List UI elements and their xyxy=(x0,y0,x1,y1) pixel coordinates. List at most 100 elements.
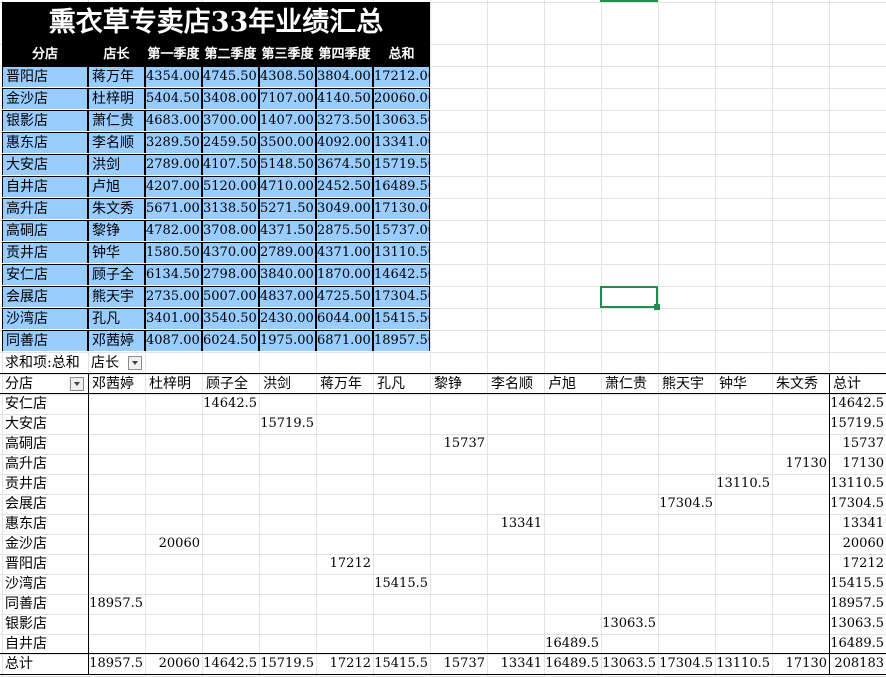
value-cell[interactable]: 4370.00 xyxy=(203,243,258,263)
store-name-cell[interactable]: 银影店 xyxy=(3,111,87,131)
manager-name-cell[interactable]: 杜梓明 xyxy=(89,89,144,109)
value-cell[interactable]: 3408.00 xyxy=(203,89,258,109)
value-cell[interactable]: 2798.00 xyxy=(203,265,258,285)
value-cell[interactable]: 6134.50 xyxy=(146,265,201,285)
value-cell[interactable]: 16489.50 xyxy=(374,177,429,197)
value-cell[interactable]: 5271.50 xyxy=(260,199,315,219)
value-cell[interactable]: 15415.50 xyxy=(374,309,429,329)
store-name-cell[interactable]: 自井店 xyxy=(3,177,87,197)
value-cell[interactable]: 3840.00 xyxy=(260,265,315,285)
manager-name-cell[interactable]: 顾子全 xyxy=(89,265,144,285)
value-cell[interactable]: 4683.00 xyxy=(146,111,201,131)
value-cell[interactable]: 1407.00 xyxy=(260,111,315,131)
value-cell[interactable]: 14642.50 xyxy=(374,265,429,285)
value-cell[interactable]: 7107.00 xyxy=(260,89,315,109)
value-cell[interactable]: 4087.00 xyxy=(146,331,201,351)
value-cell[interactable]: 5404.50 xyxy=(146,89,201,109)
value-cell[interactable]: 5671.00 xyxy=(146,199,201,219)
value-cell[interactable]: 13341.00 xyxy=(374,133,429,153)
manager-name-cell[interactable]: 孔凡 xyxy=(89,309,144,329)
value-cell[interactable]: 4354.00 xyxy=(146,67,201,87)
value-cell[interactable]: 17130.00 xyxy=(374,199,429,219)
value-cell[interactable]: 6044.00 xyxy=(317,309,372,329)
manager-name-cell[interactable]: 邓茜婷 xyxy=(89,331,144,351)
value-cell[interactable]: 1580.50 xyxy=(146,243,201,263)
value-cell[interactable]: 1870.00 xyxy=(317,265,372,285)
pivot-row-label: 晋阳店 xyxy=(5,556,47,572)
manager-name-cell[interactable]: 熊天宇 xyxy=(89,287,144,307)
column-filter-dropdown-icon[interactable] xyxy=(128,356,142,370)
value-cell[interactable]: 20060.00 xyxy=(374,89,429,109)
store-name-cell[interactable]: 会展店 xyxy=(3,287,87,307)
value-cell[interactable]: 2789.00 xyxy=(260,243,315,263)
value-cell[interactable]: 6871.00 xyxy=(317,331,372,351)
fill-handle[interactable] xyxy=(654,304,660,310)
store-name-cell[interactable]: 高硐店 xyxy=(3,221,87,241)
value-cell[interactable]: 4207.00 xyxy=(146,177,201,197)
value-cell[interactable]: 17212.00 xyxy=(374,67,429,87)
value-cell[interactable]: 6024.50 xyxy=(203,331,258,351)
value-cell[interactable]: 18957.50 xyxy=(374,331,429,351)
manager-name-cell[interactable]: 萧仁贵 xyxy=(89,111,144,131)
store-name-cell[interactable]: 同善店 xyxy=(3,331,87,351)
value-cell[interactable]: 4782.00 xyxy=(146,221,201,241)
manager-name-cell[interactable]: 蒋万年 xyxy=(89,67,144,87)
value-cell[interactable]: 3273.50 xyxy=(317,111,372,131)
manager-name-cell[interactable]: 卢旭 xyxy=(89,177,144,197)
gridline-horizontal xyxy=(0,454,886,455)
value-cell[interactable]: 15719.50 xyxy=(374,155,429,175)
value-cell[interactable]: 4107.50 xyxy=(203,155,258,175)
manager-name-cell[interactable]: 朱文秀 xyxy=(89,199,144,219)
value-cell[interactable]: 3138.50 xyxy=(203,199,258,219)
value-cell[interactable]: 3289.50 xyxy=(146,133,201,153)
value-cell[interactable]: 3401.00 xyxy=(146,309,201,329)
value-cell[interactable]: 2459.50 xyxy=(203,133,258,153)
value-cell[interactable]: 1975.00 xyxy=(260,331,315,351)
store-name-cell[interactable]: 大安店 xyxy=(3,155,87,175)
value-cell[interactable]: 4710.00 xyxy=(260,177,315,197)
value-cell[interactable]: 3674.50 xyxy=(317,155,372,175)
value-cell[interactable]: 4308.50 xyxy=(260,67,315,87)
value-cell[interactable]: 4092.00 xyxy=(317,133,372,153)
value-cell[interactable]: 4140.50 xyxy=(317,89,372,109)
value-cell[interactable]: 3540.50 xyxy=(203,309,258,329)
value-cell[interactable]: 3500.00 xyxy=(260,133,315,153)
value-cell[interactable]: 4745.50 xyxy=(203,67,258,87)
row-filter-dropdown-icon[interactable] xyxy=(70,377,84,391)
value-cell[interactable]: 2452.50 xyxy=(317,177,372,197)
value-cell[interactable]: 5120.00 xyxy=(203,177,258,197)
manager-name-cell[interactable]: 黎铮 xyxy=(89,221,144,241)
value-cell[interactable]: 5007.00 xyxy=(203,287,258,307)
value-cell[interactable]: 17304.50 xyxy=(374,287,429,307)
gridline-horizontal xyxy=(0,534,886,535)
selected-cell[interactable] xyxy=(600,286,660,310)
value-cell[interactable]: 4725.50 xyxy=(317,287,372,307)
value-cell[interactable]: 4837.00 xyxy=(260,287,315,307)
store-name-cell[interactable]: 贡井店 xyxy=(3,243,87,263)
store-name-cell[interactable]: 高升店 xyxy=(3,199,87,219)
value-cell[interactable]: 3700.00 xyxy=(203,111,258,131)
value-cell[interactable]: 4371.00 xyxy=(317,243,372,263)
manager-name-cell[interactable]: 洪剑 xyxy=(89,155,144,175)
store-name-cell[interactable]: 沙湾店 xyxy=(3,309,87,329)
value-cell[interactable]: 2789.00 xyxy=(146,155,201,175)
value-cell[interactable]: 13063.50 xyxy=(374,111,429,131)
header-cell: 第三季度 xyxy=(261,47,314,62)
value-cell[interactable]: 4371.50 xyxy=(260,221,315,241)
value-cell[interactable]: 15737.00 xyxy=(374,221,429,241)
value-cell[interactable]: 5148.50 xyxy=(260,155,315,175)
value-cell[interactable]: 2875.50 xyxy=(317,221,372,241)
value-cell[interactable]: 2430.00 xyxy=(260,309,315,329)
pivot-column-total: 14642.5 xyxy=(203,656,257,671)
value-cell[interactable]: 3049.00 xyxy=(317,199,372,219)
manager-name-cell[interactable]: 钟华 xyxy=(89,243,144,263)
value-cell[interactable]: 13110.50 xyxy=(374,243,429,263)
store-name-cell[interactable]: 晋阳店 xyxy=(3,67,87,87)
store-name-cell[interactable]: 金沙店 xyxy=(3,89,87,109)
manager-name-cell[interactable]: 李名顺 xyxy=(89,133,144,153)
store-name-cell[interactable]: 安仁店 xyxy=(3,265,87,285)
value-cell[interactable]: 2735.00 xyxy=(146,287,201,307)
store-name-cell[interactable]: 惠东店 xyxy=(3,133,87,153)
value-cell[interactable]: 3708.00 xyxy=(203,221,258,241)
value-cell[interactable]: 3804.00 xyxy=(317,67,372,87)
